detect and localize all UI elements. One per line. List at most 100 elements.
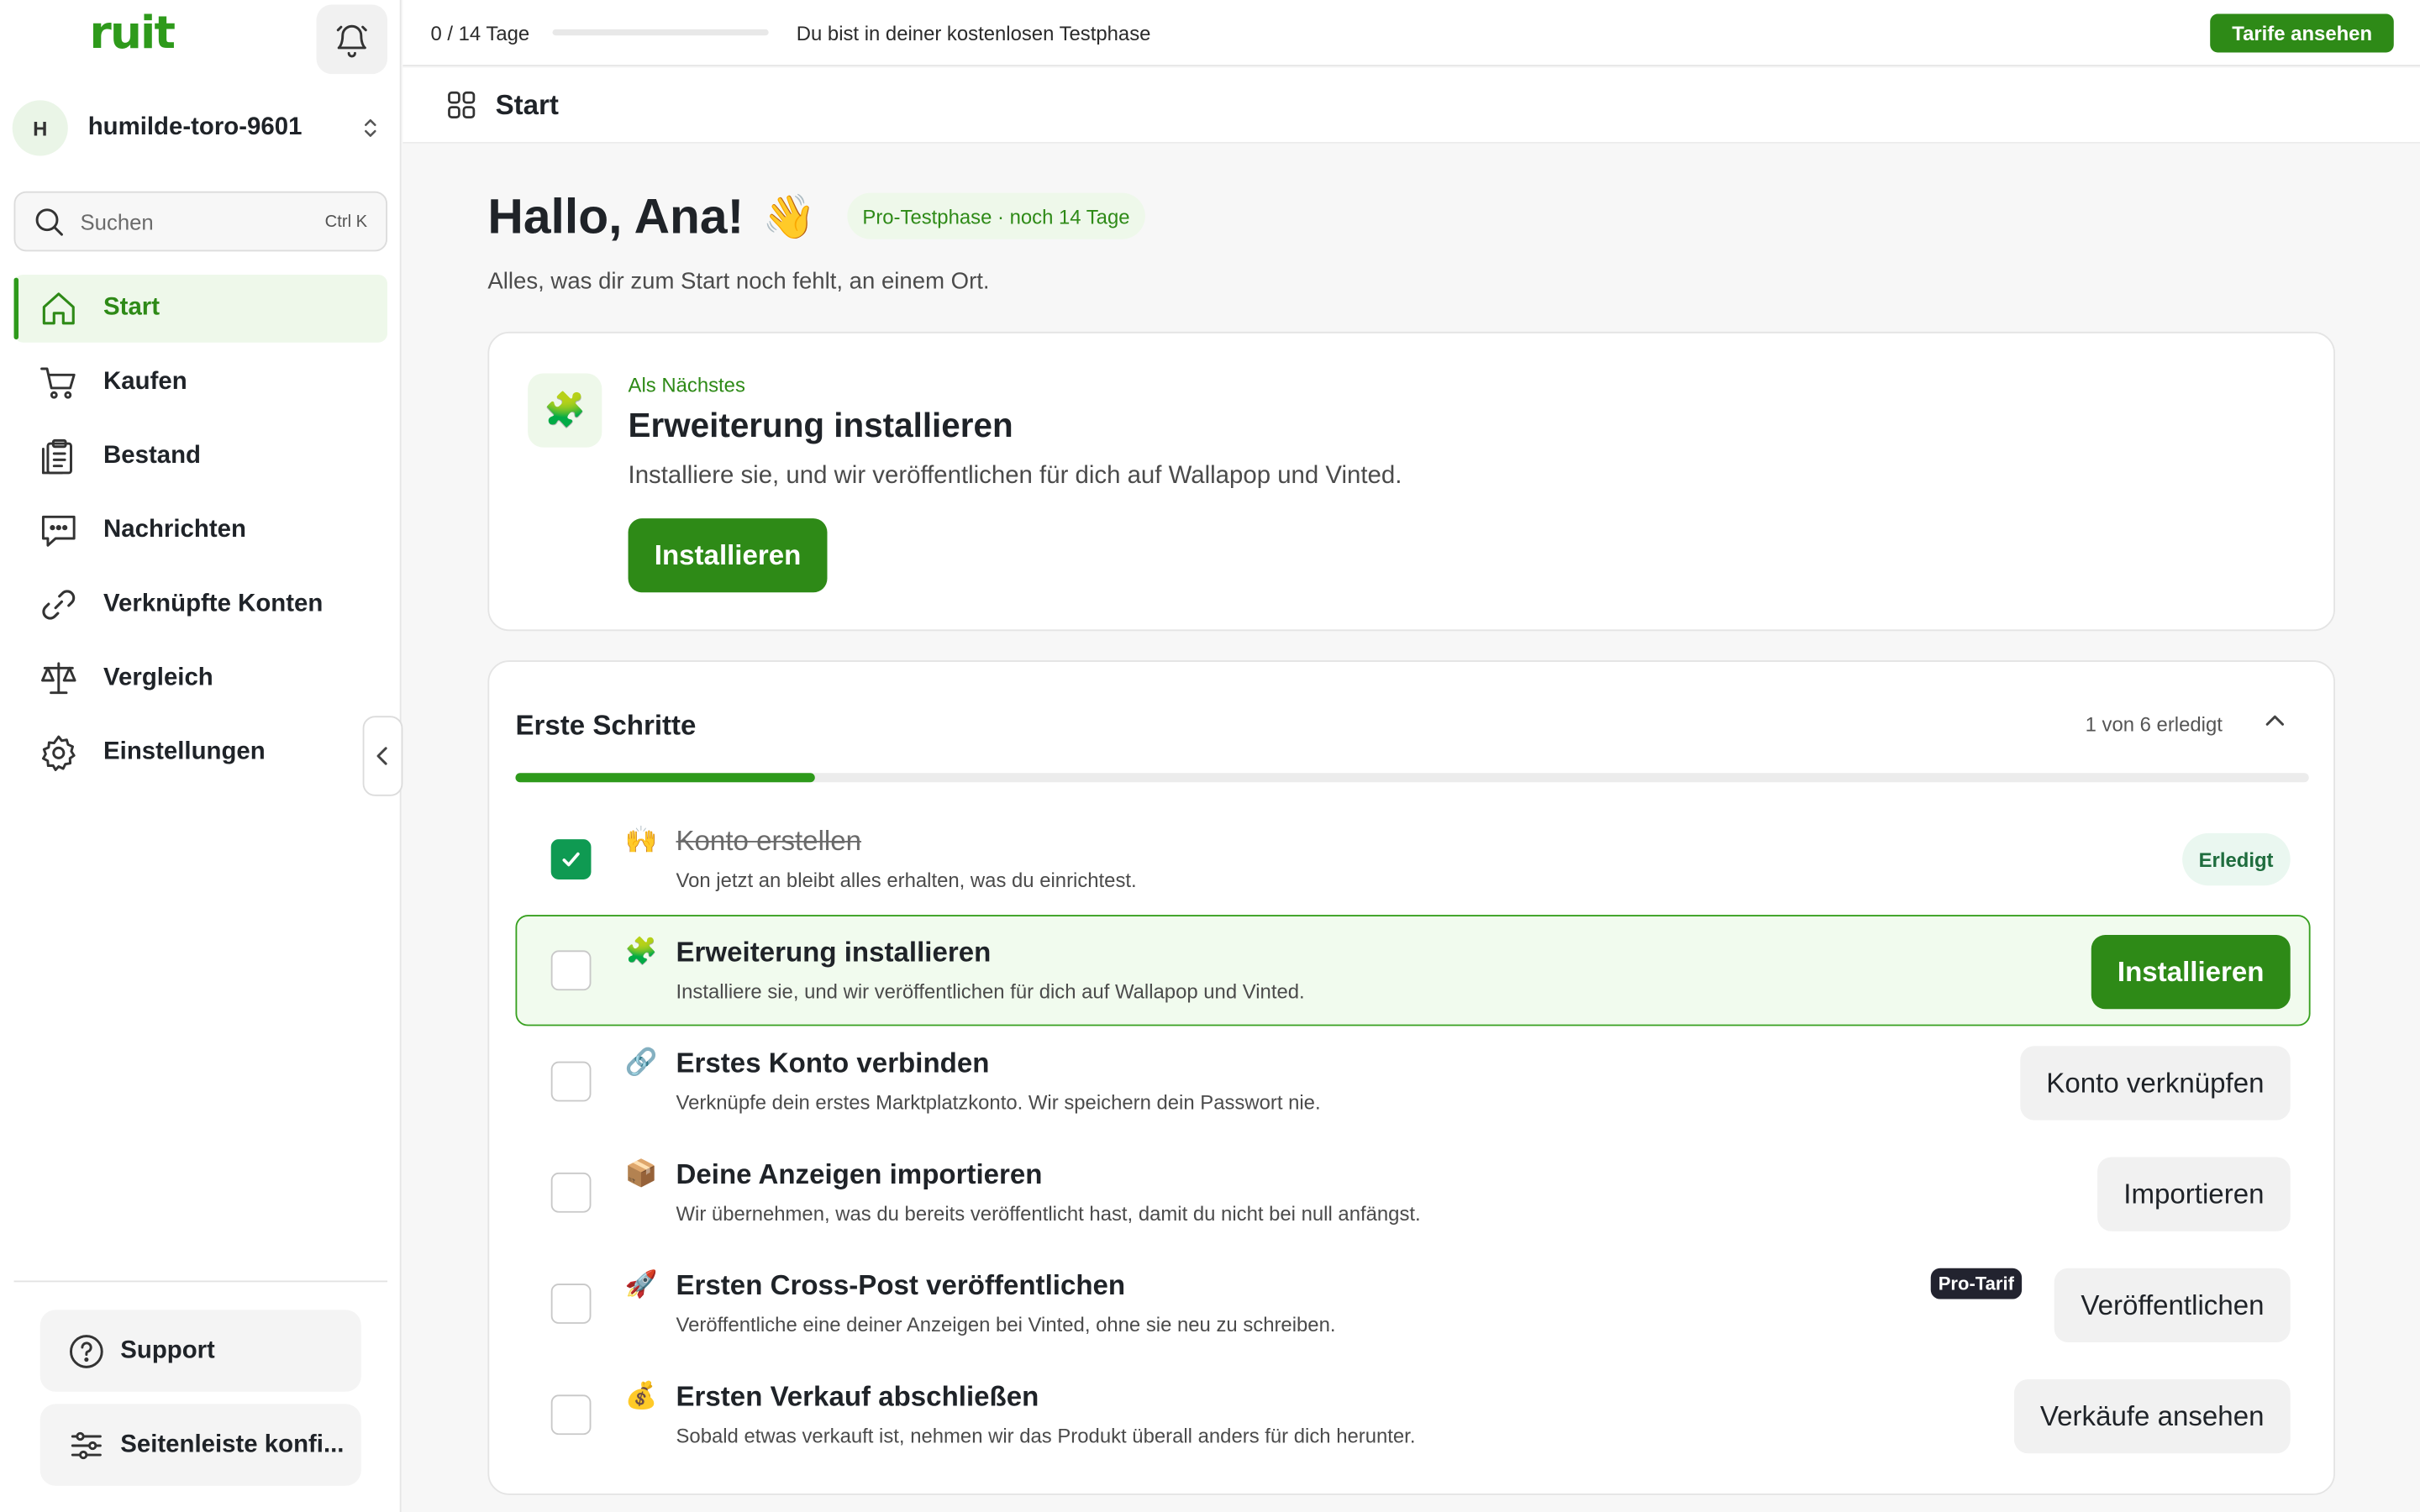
step-description: Wir übernehmen, was du bereits veröffent… bbox=[676, 1201, 1421, 1226]
wave-emoji: 👋 bbox=[762, 192, 817, 240]
import-button[interactable]: Importieren bbox=[2097, 1157, 2291, 1231]
steps-title: Erste Schritte bbox=[515, 709, 697, 741]
sidebar-item-einstellungen[interactable]: Einstellungen bbox=[14, 719, 387, 787]
view-plans-button[interactable]: Tarife ansehen bbox=[2210, 13, 2394, 53]
link-account-button[interactable]: Konto verknüpfen bbox=[2020, 1046, 2291, 1121]
step-emoji: 🙌 bbox=[624, 825, 658, 855]
next-description: Installiere sie, und wir veröffentlichen… bbox=[628, 463, 1402, 490]
help-icon bbox=[68, 1332, 105, 1369]
next-step-card: 🧩 Als Nächstes Erweiterung installieren … bbox=[487, 331, 2335, 632]
step-description: Sobald etwas verkauft ist, nehmen wir da… bbox=[676, 1424, 1416, 1447]
grid-icon bbox=[446, 90, 477, 121]
page-title: Start bbox=[495, 88, 559, 120]
step-checkbox[interactable] bbox=[550, 839, 592, 879]
sidebar-item-label: Bestand bbox=[103, 443, 202, 470]
search-placeholder: Suchen bbox=[80, 208, 154, 234]
step-description: Veröffentliche eine deiner Anzeigen bei … bbox=[676, 1313, 1336, 1336]
sidebar-item-vergleich[interactable]: Vergleich bbox=[14, 645, 387, 713]
step-description: Verknüpfe dein erstes Marktplatzkonto. W… bbox=[676, 1090, 1321, 1115]
sidebar-item-bestand[interactable]: Bestand bbox=[14, 423, 387, 491]
check-icon bbox=[560, 848, 582, 870]
steps-progress-fill bbox=[515, 773, 815, 783]
trial-message: Du bist in deiner kostenlosen Testphase bbox=[796, 20, 1151, 45]
step-checkbox[interactable] bbox=[550, 1284, 592, 1324]
avatar: H bbox=[12, 100, 68, 156]
step-checkbox[interactable] bbox=[550, 950, 592, 991]
message-icon bbox=[39, 511, 79, 551]
onboarding-steps-card: Erste Schritte 1 von 6 erledigt 🙌 Konto … bbox=[487, 660, 2335, 1495]
step-row: 🙌 Konto erstellen Von jetzt an bleibt al… bbox=[515, 804, 2310, 915]
bell-icon bbox=[334, 21, 371, 58]
trial-banner: 0 / 14 Tage Du bist in deiner kostenlose… bbox=[402, 0, 2420, 66]
gear-icon bbox=[39, 732, 79, 773]
search-shortcut: Ctrl K bbox=[324, 212, 368, 231]
collapse-sidebar-button[interactable] bbox=[362, 716, 403, 796]
sidebar-item-label: Vergleich bbox=[103, 664, 213, 691]
install-extension-button[interactable]: Installieren bbox=[628, 518, 828, 593]
step-emoji: 💰 bbox=[624, 1380, 658, 1410]
sidebar-item-label: Kaufen bbox=[103, 368, 187, 396]
workspace-name: humilde-toro-9601 bbox=[87, 113, 302, 141]
home-icon bbox=[39, 288, 79, 328]
link-icon bbox=[39, 585, 79, 625]
step-row: 🚀 Ersten Cross-Post veröffentlichen Verö… bbox=[515, 1248, 2310, 1359]
step-checkbox[interactable] bbox=[550, 1061, 592, 1102]
steps-progress-bar bbox=[515, 773, 2309, 783]
support-button[interactable]: Support bbox=[39, 1310, 361, 1392]
chevron-up-icon[interactable] bbox=[2263, 708, 2287, 732]
step-row: 💰 Ersten Verkauf abschließen Sobald etwa… bbox=[515, 1359, 2310, 1470]
install-button[interactable]: Installieren bbox=[2091, 935, 2291, 1010]
sidebar-item-start[interactable]: Start bbox=[13, 274, 388, 343]
sidebar-item-label: Einstellungen bbox=[103, 738, 266, 766]
sidebar-item-kaufen[interactable]: Kaufen bbox=[14, 349, 387, 417]
chevron-updown-icon bbox=[361, 116, 380, 140]
support-label: Support bbox=[120, 1336, 215, 1363]
next-title: Erweiterung installieren bbox=[628, 406, 1013, 444]
trial-badge: Pro-Testphase · noch 14 Tage bbox=[847, 192, 1145, 239]
scale-icon bbox=[39, 659, 79, 699]
sidebar-item-verknuepfte-konten[interactable]: Verknüpfte Konten bbox=[14, 571, 387, 639]
search-icon bbox=[34, 206, 65, 237]
puzzle-icon: 🧩 bbox=[528, 373, 602, 448]
sidebar-item-nachrichten[interactable]: Nachrichten bbox=[14, 496, 387, 564]
configure-sidebar-button[interactable]: Seitenleiste konfi... bbox=[39, 1404, 361, 1486]
trial-progress-bar bbox=[552, 29, 769, 36]
step-title: Erweiterung installieren bbox=[676, 936, 992, 968]
publish-button[interactable]: Veröffentlichen bbox=[2054, 1268, 2291, 1342]
sidebar: ruit H humilde-toro-9601 Suchen Ctrl K S… bbox=[0, 0, 402, 1512]
logo[interactable]: ruit bbox=[90, 6, 176, 58]
cart-icon bbox=[39, 363, 79, 403]
sidebar-item-label: Nachrichten bbox=[103, 517, 246, 543]
step-title: Deine Anzeigen importieren bbox=[676, 1158, 1043, 1190]
sidebar-item-label: Verknüpfte Konten bbox=[103, 591, 324, 617]
greeting-text: Hallo, Ana! bbox=[487, 187, 744, 244]
workspace-switcher[interactable]: H humilde-toro-9601 bbox=[12, 97, 389, 159]
step-title: Konto erstellen bbox=[676, 825, 862, 857]
step-description: Installiere sie, und wir veröffentlichen… bbox=[676, 979, 1305, 1003]
status-badge: Erledigt bbox=[2181, 832, 2291, 886]
trial-days: 0 / 14 Tage bbox=[430, 20, 530, 45]
pro-plan-tag: Pro-Tarif bbox=[1930, 1268, 2023, 1299]
step-row: 📦 Deine Anzeigen importieren Wir überneh… bbox=[515, 1137, 2310, 1248]
step-title: Ersten Cross-Post veröffentlichen bbox=[676, 1269, 1126, 1301]
step-title: Ersten Verkauf abschließen bbox=[676, 1380, 1039, 1412]
sidebar-nav: Start Kaufen Bestand Nachrichten Verknüp… bbox=[13, 274, 388, 793]
sidebar-item-label: Start bbox=[103, 294, 160, 322]
next-eyebrow: Als Nächstes bbox=[628, 373, 745, 397]
divider bbox=[13, 1280, 388, 1283]
greeting: Hallo, Ana! 👋 Pro-Testphase · noch 14 Ta… bbox=[487, 182, 1145, 250]
step-checkbox[interactable] bbox=[550, 1172, 592, 1213]
chevron-left-icon bbox=[375, 745, 390, 767]
view-sales-button[interactable]: Verkäufe ansehen bbox=[2013, 1379, 2291, 1454]
step-emoji: 📦 bbox=[624, 1158, 658, 1189]
greeting-subtitle: Alles, was dir zum Start noch fehlt, an … bbox=[487, 268, 990, 295]
step-checkbox[interactable] bbox=[550, 1394, 592, 1436]
step-row: 🔗 Erstes Konto verbinden Verknüpfe dein … bbox=[515, 1026, 2310, 1137]
search-input[interactable]: Suchen Ctrl K bbox=[13, 191, 388, 252]
step-description: Von jetzt an bleibt alles erhalten, was … bbox=[676, 869, 1137, 892]
notifications-button[interactable] bbox=[316, 4, 388, 75]
step-emoji: 🧩 bbox=[624, 936, 658, 966]
step-row: 🧩 Erweiterung installieren Installiere s… bbox=[515, 915, 2311, 1026]
configure-sidebar-label: Seitenleiste konfi... bbox=[120, 1431, 345, 1457]
step-title: Erstes Konto verbinden bbox=[676, 1047, 990, 1079]
